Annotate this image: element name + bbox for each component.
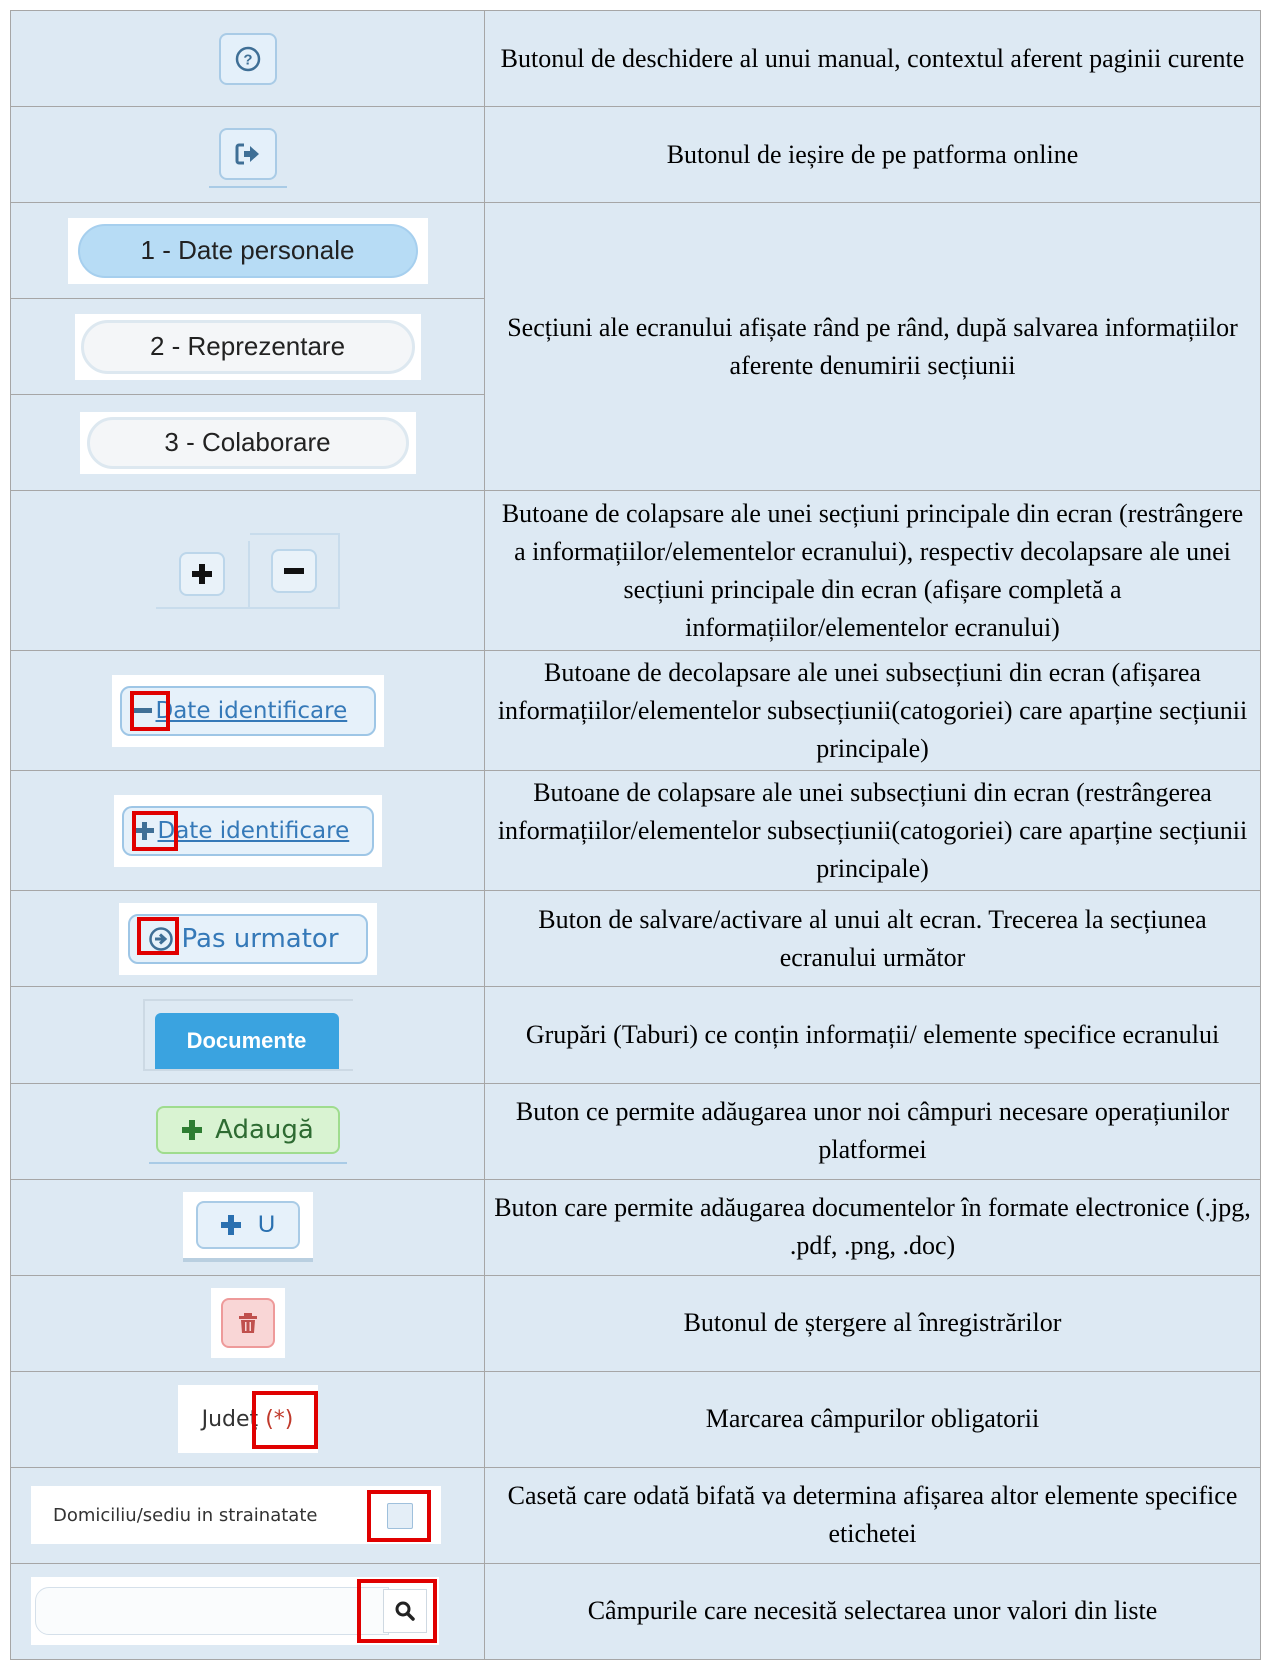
add-label: Adaugă [215,1115,314,1146]
table-row: Adaugă Buton ce permite adăugarea unor n… [10,1082,1261,1180]
table-row: Domiciliu/sediu in strainatate Casetă ca… [10,1466,1261,1564]
row-description: Buton care permite adăugarea documentelo… [484,1178,1261,1276]
row-description: Butonul de deschidere al unui manual, co… [484,9,1261,108]
row-description: Butoane de decolapsare ale unei subsecți… [484,650,1261,772]
table-row: 1 - Date personale Secțiuni ale ecranulu… [10,202,1261,492]
highlight-box [367,1490,431,1543]
plus-icon [220,1215,241,1236]
table-row: Câmpurile care necesită selectarea unor … [10,1562,1261,1661]
subsection-label: Date identificare [155,697,348,724]
section-tab-label: 3 - Colaborare [164,427,331,458]
upload-button[interactable]: U [195,1201,300,1250]
highlight-box [251,1391,318,1450]
tab-label: Documente [186,1027,307,1053]
table-row: Pas urmator Buton de salvare/activare al… [10,890,1261,988]
upload-label: U [257,1211,276,1239]
subsection-label: Date identificare [157,817,350,844]
highlight-box [357,1579,437,1644]
question-circle-icon: ? [235,46,260,71]
section-tab-3[interactable]: 3 - Colaborare [86,416,409,469]
table-row: Date identificare Butoane de colapsare a… [10,770,1261,892]
highlight-box [136,916,179,955]
table-row: Date identificare Butoane de decolapsare… [10,650,1261,772]
table-row: Butonul de ștergere al înregistrărilor [10,1274,1261,1372]
row-description: Butonul de ștergere al înregistrărilor [484,1274,1261,1372]
legend-table: ? Butonul de deschidere al unui manual, … [10,9,1261,1661]
section-tab-label: 1 - Date personale [140,235,355,266]
row-description: Butonul de ieșire de pe patforma online [484,106,1261,204]
row-description: Butoane de colapsare ale unei subsecțiun… [484,770,1261,892]
sign-out-icon [235,143,259,165]
table-row: Butoane de colapsare ale unei secțiuni p… [10,490,1261,652]
expand-section-button[interactable] [178,551,225,596]
section-tab-1[interactable]: 1 - Date personale [77,223,418,278]
section-tab-2[interactable]: 2 - Reprezentare [80,319,415,374]
plus-icon [191,563,212,584]
table-row: Documente Grupări (Taburi) ce conțin inf… [10,986,1261,1084]
minus-icon [283,567,304,574]
row-description: Marcarea câmpurilor obligatorii [484,1370,1261,1468]
checkbox-label: Domiciliu/sediu in strainatate [53,1504,318,1526]
row-description: Casetă care odată bifată va determina af… [484,1466,1261,1564]
section-tab-label: 2 - Reprezentare [149,331,346,362]
trash-icon [238,1313,257,1334]
lookup-input[interactable] [35,1587,389,1636]
next-step-label: Pas urmator [181,923,339,954]
row-description: Secțiuni ale ecranului afișate rând pe r… [484,202,1261,492]
row-description: Buton ce permite adăugarea unor noi câmp… [484,1082,1261,1180]
collapse-section-button[interactable] [270,548,317,593]
plus-icon [182,1120,203,1141]
table-row: Judeţ (*) Marcarea câmpurilor obligatori… [10,1370,1261,1468]
tab-documente[interactable]: Documente [154,1012,339,1069]
table-row: ? Butonul de deschidere al unui manual, … [10,9,1261,108]
row-description: Câmpurile care necesită selectarea unor … [484,1562,1261,1661]
row-description: Butoane de colapsare ale unei secțiuni p… [484,490,1261,652]
row-description: Buton de salvare/activare al unui alt ec… [484,890,1261,988]
add-button[interactable]: Adaugă [155,1106,340,1155]
highlight-box [129,690,170,731]
highlight-box [131,810,178,851]
table-row: U Buton care permite adăugarea documente… [10,1178,1261,1276]
help-button[interactable]: ? [218,32,277,85]
table-row: Butonul de ieșire de pe patforma online [10,106,1261,204]
row-description: Grupări (Taburi) ce conțin informații/ e… [484,986,1261,1084]
svg-text:?: ? [243,51,252,68]
delete-button[interactable] [220,1298,275,1349]
logout-button[interactable] [218,127,277,180]
